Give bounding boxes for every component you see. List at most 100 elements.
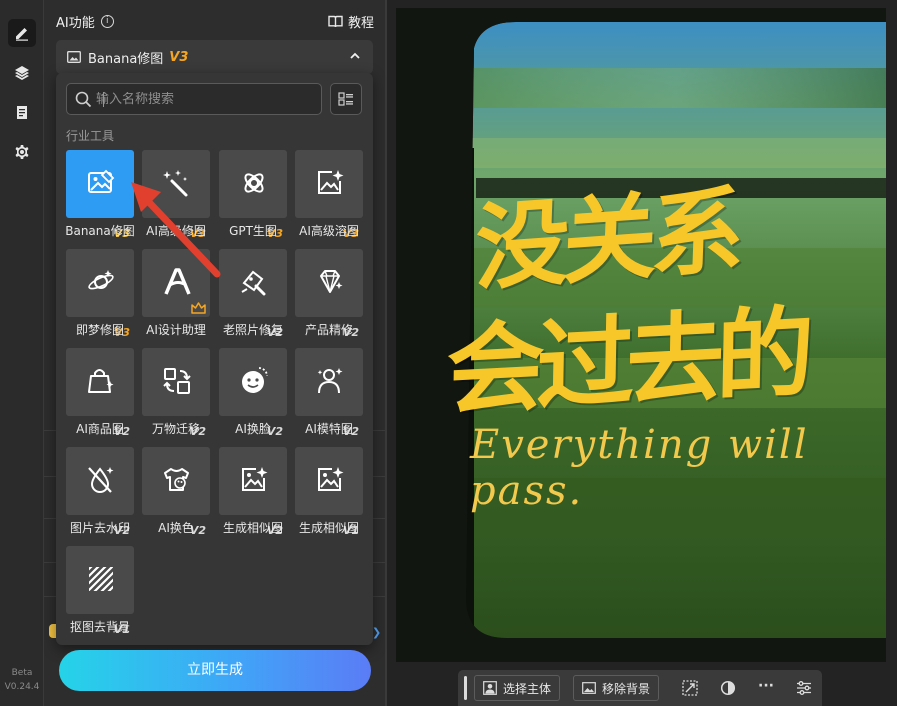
person-select-icon — [483, 681, 497, 695]
tool-label: 抠图去背景 — [69, 620, 130, 634]
partial-link-icon: ❯ — [372, 626, 382, 639]
tool-label: AI模特图 — [305, 422, 353, 436]
diamond-icon — [320, 270, 343, 293]
text-caret — [103, 92, 104, 107]
tool-tile — [295, 447, 363, 515]
tool-old-photo-repair[interactable]: V2 老照片修复 — [219, 249, 287, 341]
search-box[interactable] — [66, 83, 322, 115]
section-version-tag: V3 — [169, 49, 189, 65]
section-name: Banana修图 — [88, 51, 164, 67]
tool-ai-model-image[interactable]: V2 AI模特图 — [295, 348, 363, 440]
remove-bg-icon — [89, 567, 113, 591]
tool-tile — [66, 249, 134, 317]
tool-tile — [142, 447, 210, 515]
sliders-icon[interactable] — [796, 680, 812, 696]
tool-label: 老照片修复 — [222, 323, 283, 337]
tool-tile — [219, 249, 287, 317]
similar-image-icon — [242, 467, 268, 491]
tool-tile — [66, 447, 134, 515]
more-options-button[interactable]: ··· — [758, 678, 774, 694]
image-sparkle-icon — [318, 170, 344, 194]
tool-tile — [219, 447, 287, 515]
info-icon[interactable]: i — [100, 15, 114, 28]
tool-ai-advanced-blend[interactable]: V3 AI高级溶图 — [295, 150, 363, 242]
tool-ai-recolor[interactable]: V2 AI换色 — [142, 447, 210, 539]
tool-label: 万物迁移 — [151, 422, 200, 436]
canvas-toolbar: 选择主体 移除背景 ··· — [458, 670, 822, 706]
tool-label: AI换脸 — [235, 422, 271, 436]
tutorial-label: 教程 — [347, 16, 374, 31]
generate-now-button[interactable]: 立即生成 — [59, 650, 371, 691]
poster-line-2: 会过去的 — [445, 296, 808, 430]
select-subject-label: 选择主体 — [503, 681, 552, 696]
tool-tile — [66, 546, 134, 614]
remove-background-label: 移除背景 — [602, 681, 651, 696]
gear-icon — [15, 145, 29, 159]
contrast-icon[interactable] — [720, 680, 736, 696]
image-icon — [582, 682, 596, 694]
clipboard-icon — [17, 106, 27, 119]
similar-image-icon — [318, 467, 344, 491]
tool-ai-product-image[interactable]: V2 AI商品图 — [66, 348, 134, 440]
tutorial-link[interactable]: 教程 — [328, 12, 374, 31]
watermark-remove-icon — [88, 467, 114, 493]
tool-label: 生成相似图 — [298, 521, 359, 535]
panel-title: AI功能 i — [56, 12, 114, 31]
panel-title-text: AI功能 — [56, 16, 95, 31]
search-input[interactable] — [96, 91, 306, 107]
tool-object-transfer[interactable]: V2 万物迁移 — [142, 348, 210, 440]
rail-layers-button[interactable] — [8, 59, 36, 87]
rail-history-button[interactable] — [8, 98, 36, 126]
dream-planet-icon — [88, 270, 114, 290]
tool-generate-similar-v1[interactable]: V1 生成相似图 — [295, 447, 363, 539]
version-label: Beta — [11, 668, 33, 678]
tool-tile — [142, 348, 210, 416]
rail-edit-button[interactable] — [8, 19, 36, 47]
search-icon — [75, 91, 92, 107]
tool-label: AI设计助理 — [146, 323, 206, 337]
tool-product-retouch[interactable]: V2 产品精修 — [295, 249, 363, 341]
tool-tile — [219, 150, 287, 218]
select-subject-button[interactable]: 选择主体 — [474, 675, 561, 701]
palette-shirt-icon — [164, 468, 189, 491]
crown-icon — [191, 302, 206, 314]
remove-background-button[interactable]: 移除背景 — [573, 675, 660, 701]
rail-settings-button[interactable] — [8, 138, 36, 166]
model-person-icon — [317, 368, 343, 394]
shopping-bag-icon — [88, 369, 114, 393]
version-number: V0.24.4 — [4, 682, 40, 692]
tool-generate-similar-v2[interactable]: V2 生成相似图 — [219, 447, 287, 539]
gpt-knot-icon — [244, 173, 264, 193]
toolbar-drag-handle[interactable] — [464, 676, 467, 700]
tool-label: GPT生图 — [229, 224, 277, 238]
tool-ai-face-swap[interactable]: V2 AI换脸 — [219, 348, 287, 440]
tool-tile — [295, 348, 363, 416]
book-icon — [328, 15, 343, 28]
tool-label: 图片去水印 — [69, 521, 130, 535]
layers-icon — [15, 66, 29, 80]
tool-label: AI换色 — [158, 521, 194, 535]
tool-watermark-remove[interactable]: V2 图片去水印 — [66, 447, 134, 539]
section-banana-header[interactable]: Banana修图 V3 — [56, 40, 373, 74]
tool-banana-edit[interactable]: V3 Banana修图 — [65, 150, 135, 242]
chevron-up-icon[interactable] — [350, 51, 360, 61]
tool-remove-background[interactable]: V1 抠图去背景 — [66, 546, 134, 638]
photo-repair-icon — [241, 270, 266, 296]
category-label: 行业工具 — [66, 129, 115, 143]
tool-label: AI商品图 — [76, 422, 124, 436]
tool-gpt-generate[interactable]: V3 GPT生图 — [219, 150, 287, 242]
image-icon — [67, 51, 81, 63]
list-view-toggle[interactable] — [330, 83, 362, 115]
expand-image-icon[interactable] — [682, 680, 698, 696]
left-rail: Beta V0.24.4 — [0, 0, 44, 706]
tool-tile — [219, 348, 287, 416]
pen-icon — [16, 28, 28, 41]
list-icon — [338, 92, 353, 106]
tool-tile — [295, 150, 363, 218]
tool-jimeng-edit[interactable]: V3 即梦修图 — [66, 249, 134, 341]
tool-label: AI高级溶图 — [299, 224, 359, 238]
transfer-icon — [163, 368, 191, 394]
annotation-arrow — [131, 182, 221, 278]
tool-label: 生成相似图 — [222, 521, 283, 535]
tool-label: 即梦修图 — [75, 323, 124, 337]
